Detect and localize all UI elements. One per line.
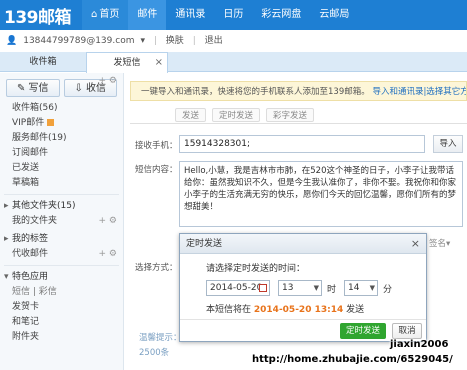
- nav-cloud-post[interactable]: 云邮局: [310, 0, 358, 30]
- scheduled-send-dialog: 定时发送 × 请选择定时发送的时间： 2014-05-20 13 ▼ 时 14 ▼ …: [179, 233, 427, 342]
- divider: [4, 194, 119, 195]
- account-bar: 👤 13844799789@139.com ▾ | 换肤 | 退出: [0, 30, 467, 52]
- sms-content-label: 短信内容：: [135, 165, 178, 175]
- caret-right-icon: ▸: [4, 201, 9, 211]
- send-time-summary: 本短信将在 2014-05-20 13:14 发送: [206, 305, 365, 315]
- dialog-header: 定时发送 ×: [180, 234, 426, 254]
- count-tip: 2500条: [139, 348, 170, 358]
- sidebar-item-subscription[interactable]: 订阅邮件: [0, 146, 123, 161]
- choose-method-label: 选择方式：: [135, 263, 178, 273]
- main-nav: ⌂ 首页 邮件 通讯录 日历 彩云网盘 云邮局: [82, 0, 358, 30]
- tab-inbox[interactable]: 收件箱: [0, 52, 86, 72]
- sidebar-item-drafts[interactable]: 草稿箱: [0, 176, 123, 191]
- send-button[interactable]: 发送: [175, 108, 207, 122]
- sidebar-item-sms-mms[interactable]: 短信 | 彩信: [0, 285, 123, 300]
- sidebar-item-service[interactable]: 服务邮件(19): [0, 131, 123, 146]
- cancel-button[interactable]: 取消: [392, 323, 422, 339]
- sidebar-group-features[interactable]: ▾ 特色应用: [0, 269, 123, 285]
- chevron-down-icon: ▼: [313, 284, 319, 292]
- write-button[interactable]: ✎ 写信: [6, 79, 60, 97]
- sidebar-item-sent[interactable]: 已发送: [0, 161, 123, 176]
- confirm-scheduled-send-button[interactable]: 定时发送: [340, 323, 386, 339]
- switch-skin-link[interactable]: 换肤: [166, 36, 184, 46]
- sidebar-group-other-folders[interactable]: ▸ 其他文件夹(15): [0, 198, 123, 214]
- hour-select[interactable]: 13 ▼: [278, 280, 322, 296]
- account-email[interactable]: 13844799789@139.com: [23, 36, 134, 46]
- sidebar-item-notes[interactable]: 和笔记: [0, 315, 123, 330]
- send-toolbar: 发送 定时发送 彩字发送: [130, 106, 467, 124]
- dialog-title: 定时发送: [186, 239, 223, 249]
- top-nav-bar: 139邮箱 ⌂ 首页 邮件 通讯录 日历 彩云网盘 云邮局: [0, 0, 467, 30]
- pencil-icon: ✎: [16, 83, 29, 94]
- close-icon[interactable]: ×: [155, 53, 163, 73]
- inbox-icon: ⇩: [74, 83, 87, 94]
- sidebar: ✎ 写信 ⇩ 收信 收件箱(56) VIP邮件 服务邮件(19) 订阅邮件 已发…: [0, 73, 124, 370]
- home-icon: ⌂: [91, 9, 98, 20]
- watermark-url: http://home.zhubajie.com/6529045/: [252, 354, 453, 365]
- color-text-send-button[interactable]: 彩字发送: [266, 108, 315, 122]
- recipient-label: 接收手机：: [135, 141, 178, 151]
- tab-send-sms[interactable]: 发短信 ×: [86, 52, 168, 73]
- minute-select[interactable]: 14 ▼: [344, 280, 379, 296]
- sidebar-group-my-tags[interactable]: ▸ 我的标签 + ⚙: [0, 76, 123, 247]
- nav-contacts[interactable]: 通讯录: [166, 0, 214, 30]
- hour-unit: 时: [327, 284, 337, 295]
- sidebar-item-vip[interactable]: VIP邮件: [0, 116, 123, 131]
- separator: |: [192, 36, 196, 46]
- add-settings-icon[interactable]: + ⚙: [99, 214, 117, 229]
- import-button[interactable]: 导入: [433, 135, 463, 153]
- nav-cloud-drive[interactable]: 彩云网盘: [252, 0, 310, 30]
- caret-down-icon: ▾: [4, 272, 9, 282]
- chevron-down-icon: ▼: [369, 284, 376, 292]
- scheduled-time: 2014-05-20 13:14: [253, 305, 344, 315]
- add-settings-icon[interactable]: + ⚙: [99, 73, 117, 89]
- separator: |: [153, 36, 157, 46]
- minute-unit: 分: [383, 284, 393, 295]
- dialog-prompt: 请选择定时发送的时间：: [206, 264, 306, 274]
- divider: [4, 265, 119, 266]
- import-contacts-notice: 一键导入和通讯录，快速将您的手机联系人添加至139邮箱。 导入和通讯录|选择其它…: [130, 81, 467, 101]
- nav-mail[interactable]: 邮件: [128, 0, 167, 30]
- app-logo[interactable]: 139邮箱: [4, 3, 72, 28]
- dialog-footer: 定时发送 取消: [180, 319, 426, 341]
- sidebar-item-attachments[interactable]: 附件夹: [0, 330, 123, 345]
- import-contacts-link[interactable]: 导入和通讯录|选择其它方式: [372, 87, 466, 97]
- logout-link[interactable]: 退出: [205, 36, 223, 46]
- tab-label: 发短信: [113, 58, 141, 68]
- warm-tip: 温馨提示：: [139, 333, 182, 343]
- watermark-username: jiaxin2006: [390, 339, 449, 350]
- sidebar-item-my-folders[interactable]: 我的文件夹 + ⚙: [0, 214, 123, 229]
- scheduled-send-button[interactable]: 定时发送: [212, 108, 261, 122]
- add-settings-icon[interactable]: + ⚙: [99, 247, 117, 262]
- close-icon[interactable]: ×: [411, 234, 420, 254]
- sidebar-item-greeting-card[interactable]: 发贺卡: [0, 300, 123, 315]
- sidebar-item-proxy-mail[interactable]: 代收邮件 + ⚙: [0, 247, 123, 262]
- sms-content-textarea[interactable]: Hello,小慧，我是吉林市市肺，在520这个神圣的日子，小李子让我带话给你：虽…: [179, 161, 463, 227]
- vip-icon: [47, 119, 55, 126]
- window-tabs: 收件箱 发短信 ×: [0, 52, 467, 73]
- datetime-picker: 2014-05-20 13 ▼ 时 14 ▼ 分: [206, 280, 392, 296]
- signature-dropdown[interactable]: 签名▾: [429, 237, 450, 249]
- user-icon: 👤: [6, 36, 18, 46]
- chevron-down-icon[interactable]: ▾: [140, 36, 145, 46]
- nav-calendar[interactable]: 日历: [214, 0, 252, 30]
- sidebar-item-inbox[interactable]: 收件箱(56): [0, 101, 123, 116]
- chevron-down-icon: ▾: [446, 239, 451, 249]
- nav-home[interactable]: ⌂ 首页: [82, 0, 129, 30]
- recipient-phone-input[interactable]: 15914328301;: [179, 135, 425, 153]
- caret-right-icon: ▸: [4, 234, 9, 244]
- date-input[interactable]: 2014-05-20: [206, 280, 270, 296]
- calendar-icon[interactable]: [259, 284, 267, 292]
